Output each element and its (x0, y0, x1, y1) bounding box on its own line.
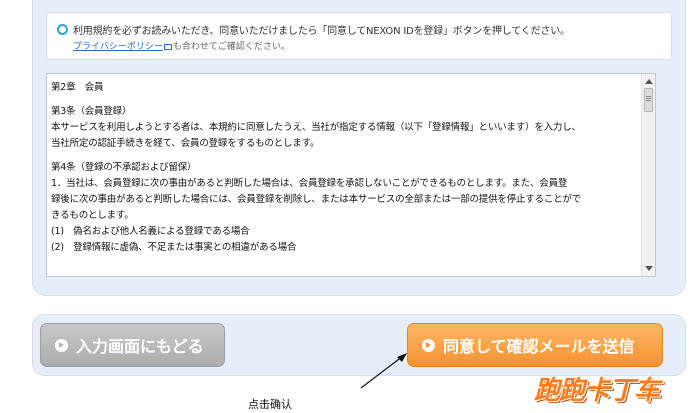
scroll-down-arrow-icon[interactable] (645, 266, 653, 271)
arrow-circle-icon (55, 338, 68, 352)
annotation-text: 点击确认 (248, 398, 292, 411)
back-button-label: 入力画面にもどる (76, 337, 204, 356)
terms-line: きるものとします。 (51, 210, 134, 221)
terms-textbox[interactable]: 第2章 会員第3条（会員登録） 本サービスを利用しようとする者は、本規約に同意した… (46, 73, 656, 277)
terms-line: 本サービスを利用しようとする者は、本規約に同意したうえ、当社が指定する情報（以下… (51, 122, 581, 133)
terms-line: 第3条（会員登録） (51, 106, 132, 117)
terms-content: 第2章 会員第3条（会員登録） 本サービスを利用しようとする者は、本規約に同意した… (51, 80, 637, 256)
terms-line: (1) 偽名および他人名義による登録である場合 (51, 226, 250, 237)
terms-line: 第2章 会員 (51, 82, 104, 93)
terms-spacer (51, 96, 637, 104)
scroll-thumb[interactable] (644, 88, 653, 112)
watermark-logo: 跑跑卡丁车 (534, 330, 700, 413)
external-window-icon (163, 43, 172, 50)
notice-box: 利用規約を必ずお読みいただき、同意いただけましたら「同意してNEXON IDを登… (46, 12, 672, 60)
terms-spacer (51, 152, 637, 160)
back-to-input-button[interactable]: 入力画面にもどる (40, 323, 225, 367)
terms-line: (2) 登録情報に虚偽、不足または事実との相違がある場合 (51, 242, 297, 253)
privacy-line: プライバシーポリシー も合わせてご確認ください。 (73, 39, 290, 52)
privacy-policy-link[interactable]: プライバシーポリシー (73, 42, 163, 52)
grip-icon (646, 96, 651, 97)
notice-text: 利用規約を必ずお読みいただき、同意いただけましたら「同意してNEXON IDを登… (73, 26, 570, 37)
terms-line: 第4条（登録の不承認および留保） (51, 162, 197, 173)
scroll-up-arrow-icon[interactable] (645, 79, 653, 84)
info-circle-icon (57, 24, 68, 35)
arrow-circle-icon (422, 338, 435, 352)
terms-line: 当社所定の認証手続きを経て、会員の登録をするものとします。 (51, 138, 320, 149)
privacy-suffix: も合わせてご確認ください。 (172, 42, 290, 52)
terms-line: 1．当社は、会員登録に次の事由があると判断した場合は、会員登録を承認しないことが… (51, 178, 568, 189)
terms-scrollbar[interactable] (641, 74, 655, 276)
annotation-arrow (360, 353, 407, 389)
terms-line: 録後に次の事由があると判断した場合には、会員登録を削除し、または本サービスの全部… (51, 194, 582, 205)
watermark-text: 跑跑卡丁车 (534, 376, 660, 406)
